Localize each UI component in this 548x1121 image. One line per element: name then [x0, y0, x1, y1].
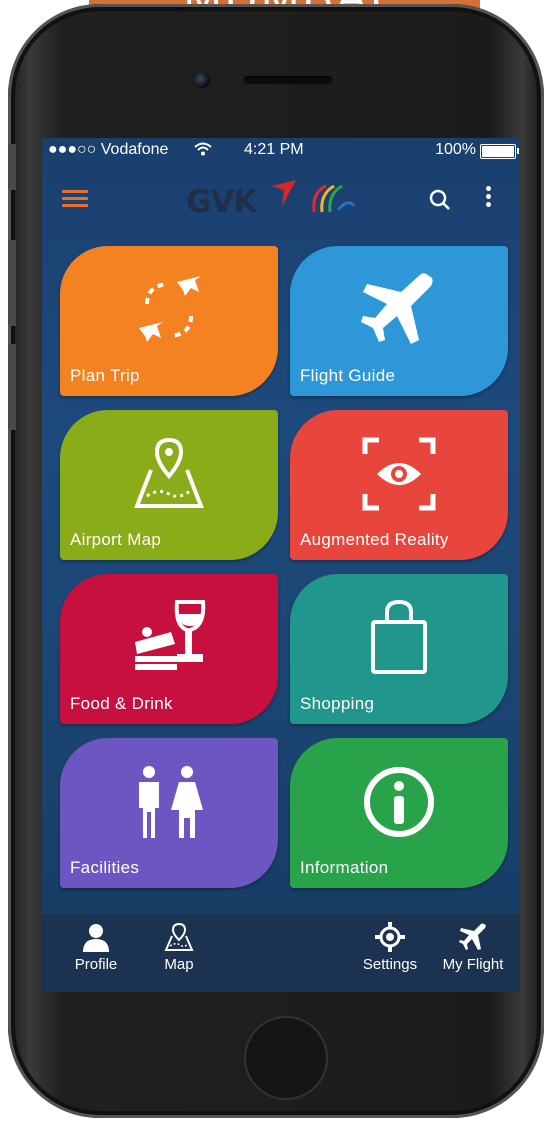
earpiece-speaker — [244, 76, 332, 84]
profile-icon — [83, 924, 109, 952]
map-pin-icon — [134, 437, 204, 508]
tile-label: Food & Drink — [70, 694, 173, 713]
search-icon[interactable] — [428, 188, 452, 212]
hamburger-menu-icon[interactable] — [62, 190, 88, 208]
front-camera — [194, 72, 210, 88]
tile-plan-trip[interactable]: Plan Trip — [60, 246, 278, 396]
shopping-bag-icon — [371, 599, 427, 674]
wifi-icon — [194, 142, 212, 156]
clock: 4:21 PM — [244, 141, 304, 158]
tile-label: Augmented Reality — [300, 530, 449, 549]
tile-label: Facilities — [70, 858, 140, 877]
gvk-logo-mark-icon — [272, 180, 296, 206]
status-bar: ●●●○○ Vodafone 4:21 PM 100% — [42, 138, 520, 162]
food-drink-icon — [135, 600, 206, 670]
plan-trip-icon — [139, 276, 201, 342]
tile-airport-map[interactable]: Airport Map — [60, 410, 278, 560]
nav-label: Map — [164, 956, 194, 973]
tile-augmented-reality[interactable]: Augmented Reality — [290, 410, 508, 560]
bottom-navigation: Profile Map Settings My Flight — [42, 914, 520, 992]
nav-settings[interactable]: Settings — [358, 922, 422, 973]
home-button[interactable] — [244, 1016, 328, 1100]
app-screen: ●●●○○ Vodafone 4:21 PM 100% GVK Plan Tri… — [42, 138, 520, 992]
tile-information[interactable]: Information — [290, 738, 508, 888]
more-options-icon[interactable] — [486, 186, 492, 210]
map-icon — [164, 922, 194, 951]
carrier-label: ●●●○○ Vodafone — [48, 141, 169, 158]
airport-logo-icon — [312, 184, 356, 213]
nav-profile[interactable]: Profile — [68, 922, 124, 973]
tile-flight-guide[interactable]: Flight Guide — [290, 246, 508, 396]
battery-percent: 100% — [435, 141, 476, 158]
tile-facilities[interactable]: Facilities — [60, 738, 278, 888]
battery-icon — [480, 144, 519, 159]
info-icon — [364, 767, 434, 837]
app-header: GVK — [42, 166, 520, 232]
tile-label: Plan Trip — [70, 366, 140, 385]
nav-label: Settings — [362, 956, 418, 973]
restroom-icon — [139, 766, 203, 838]
tile-label: Airport Map — [70, 530, 162, 549]
tile-label: Flight Guide — [300, 366, 396, 385]
eye-scan-icon — [362, 437, 436, 511]
airplane-icon — [459, 923, 486, 950]
tile-label: Shopping — [300, 694, 375, 713]
airplane-icon — [361, 273, 433, 344]
tile-label: Information — [300, 858, 389, 877]
side-button — [8, 344, 16, 430]
nav-my-flight[interactable]: My Flight — [438, 922, 508, 973]
nav-label: My Flight — [442, 956, 504, 973]
tile-shopping[interactable]: Shopping — [290, 574, 508, 724]
tile-food-drink[interactable]: Food & Drink — [60, 574, 278, 724]
side-button — [8, 240, 16, 326]
gvk-logo: GVK — [186, 184, 257, 220]
nav-map[interactable]: Map — [154, 922, 204, 973]
side-button — [8, 144, 16, 190]
settings-icon — [375, 922, 405, 952]
nav-label: Profile — [74, 956, 118, 973]
